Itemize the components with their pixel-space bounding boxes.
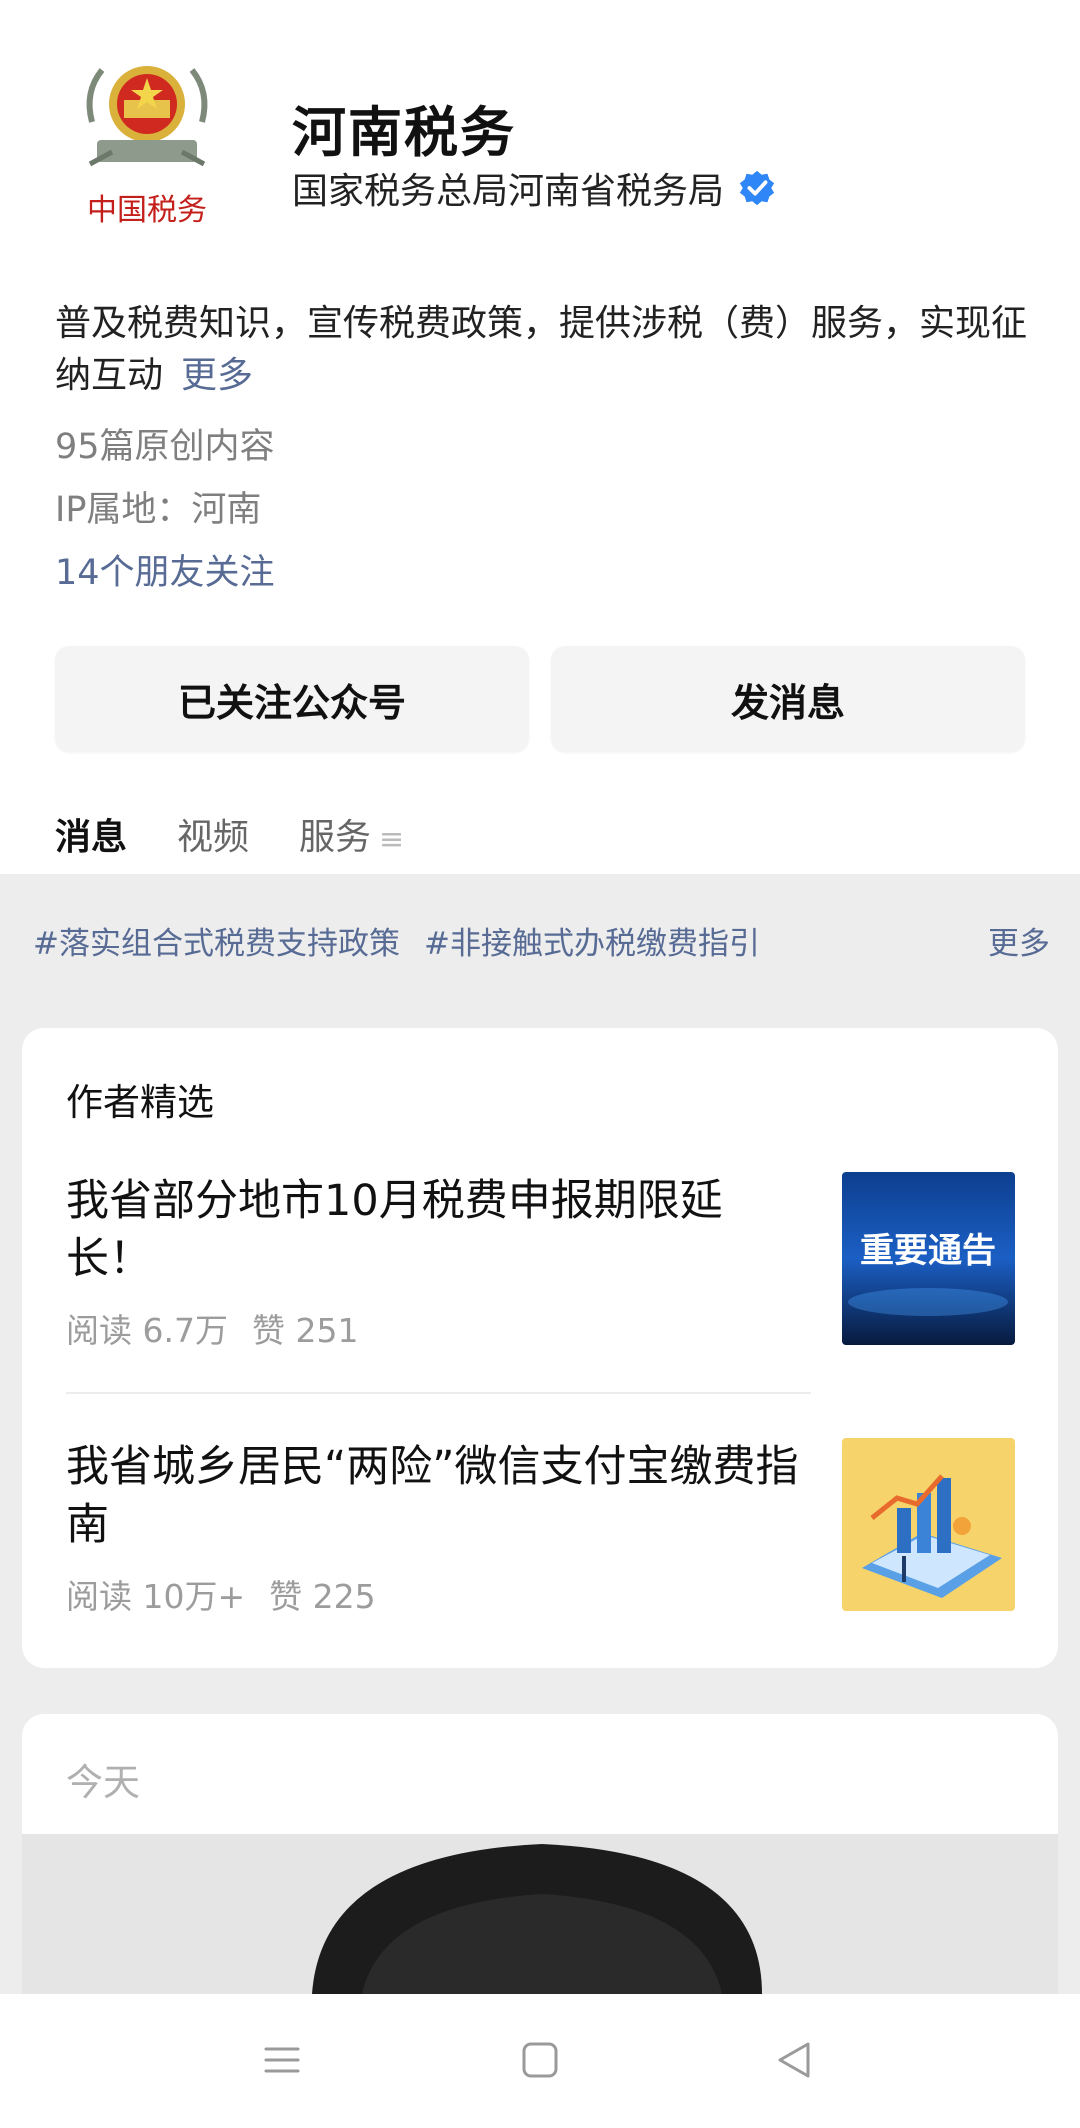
tab-services[interactable]: 服务 ≡ <box>299 808 404 878</box>
content-tabs: 消息 视频 服务 ≡ <box>55 808 404 898</box>
featured-section-title: 作者精选 <box>66 1081 214 1124</box>
article-reads: 阅读 10万+ <box>66 1577 246 1616</box>
friends-following-link[interactable]: 14个朋友关注 <box>55 544 275 595</box>
account-logo: 中国税务 <box>72 52 222 242</box>
home-icon[interactable] <box>504 2024 576 2096</box>
article-thumbnail[interactable]: 重要通告 <box>842 1172 1015 1345</box>
topics-more-link[interactable]: 更多 <box>988 918 1050 963</box>
divider <box>66 1392 811 1394</box>
date-label: 今天 <box>66 1761 140 1804</box>
verified-badge-icon <box>739 170 775 206</box>
article-title[interactable]: 我省城乡居民“两险”微信支付宝缴费指南 <box>66 1438 806 1554</box>
account-description: 普及税费知识，宣传税费政策，提供涉税（费）服务，实现征纳互动 更多 <box>55 298 1035 402</box>
article-likes: 赞 251 <box>251 1311 359 1350</box>
topic-tag[interactable]: #落实组合式税费支持政策 <box>33 918 400 963</box>
original-count: 95篇原创内容 <box>55 427 275 467</box>
account-name: 河南税务 <box>292 101 516 164</box>
thumbnail-caption: 重要通告 <box>860 1231 996 1271</box>
topic-tags: #落实组合式税费支持政策 #非接触式办税缴费指引 <box>33 918 1043 963</box>
article-cover-image[interactable] <box>22 1834 1058 1994</box>
account-org-row: 国家税务总局河南省税务局 <box>292 162 776 214</box>
back-icon[interactable] <box>758 2024 830 2096</box>
article-thumbnail[interactable] <box>842 1438 1015 1611</box>
article-title[interactable]: 我省部分地市10月税费申报期限延长！ <box>66 1172 806 1288</box>
article-meta: 阅读 10万+ 赞 225 <box>66 1570 400 1618</box>
ip-location: IP属地：河南 <box>55 490 262 530</box>
article-meta: 阅读 6.7万赞 251 <box>66 1304 382 1352</box>
followed-button[interactable]: 已关注公众号 <box>55 646 529 752</box>
menu-icon[interactable] <box>246 2024 318 2096</box>
menu-icon: ≡ <box>379 822 405 857</box>
logo-text: 中国税务 <box>87 193 207 228</box>
article-likes: 赞 225 <box>269 1577 376 1616</box>
description-more-link[interactable]: 更多 <box>181 355 253 396</box>
tab-messages[interactable]: 消息 <box>55 808 128 898</box>
article-reads: 阅读 6.7万 <box>66 1311 228 1350</box>
account-org: 国家税务总局河南省税务局 <box>292 171 725 212</box>
tab-services-label: 服务 <box>299 817 372 858</box>
topic-tag[interactable]: #非接触式办税缴费指引 <box>424 918 760 963</box>
send-message-button[interactable]: 发消息 <box>551 646 1025 752</box>
tab-videos[interactable]: 视频 <box>177 808 249 878</box>
system-navigation-bar <box>0 1994 1080 2128</box>
